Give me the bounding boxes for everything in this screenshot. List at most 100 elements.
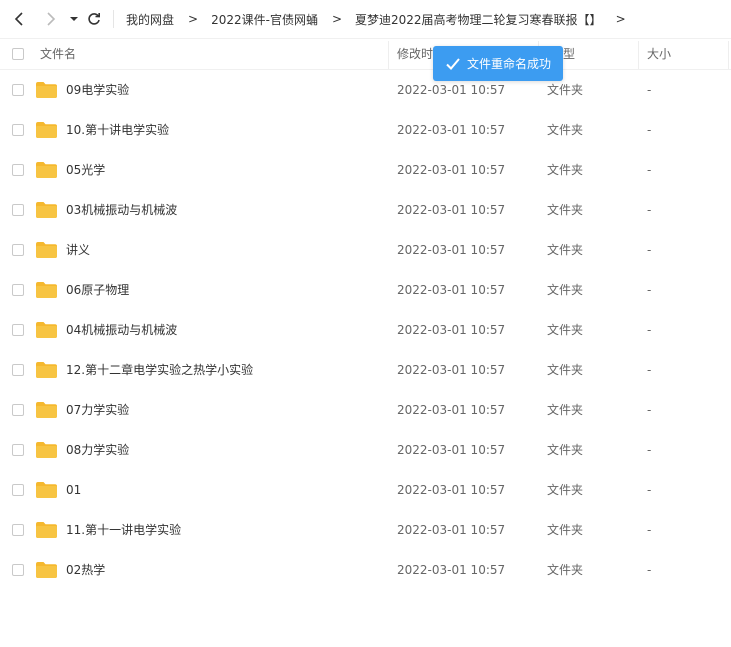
file-type: 文件夹: [547, 403, 584, 417]
chevron-left-icon[interactable]: [10, 9, 30, 29]
file-size: -: [647, 123, 652, 137]
file-type: 文件夹: [547, 163, 584, 177]
file-type: 文件夹: [547, 283, 584, 297]
row-checkbox[interactable]: [12, 364, 24, 376]
file-modified: 2022-03-01 10:57: [397, 363, 506, 377]
file-type: 文件夹: [547, 323, 584, 337]
row-checkbox[interactable]: [12, 284, 24, 296]
file-row[interactable]: 04机械振动与机械波 2022-03-01 10:57 文件夹 -: [0, 310, 731, 350]
file-size: -: [647, 563, 652, 577]
file-name[interactable]: 01: [66, 470, 81, 510]
file-type: 文件夹: [547, 523, 584, 537]
row-checkbox[interactable]: [12, 84, 24, 96]
row-checkbox[interactable]: [12, 524, 24, 536]
file-row[interactable]: 03机械振动与机械波 2022-03-01 10:57 文件夹 -: [0, 190, 731, 230]
row-checkbox[interactable]: [12, 124, 24, 136]
file-row[interactable]: 12.第十二章电学实验之热学小实验 2022-03-01 10:57 文件夹 -: [0, 350, 731, 390]
file-size: -: [647, 443, 652, 457]
file-size: -: [647, 323, 652, 337]
chevron-right-icon[interactable]: [40, 9, 60, 29]
folder-icon: [36, 282, 57, 298]
file-name[interactable]: 08力学实验: [66, 430, 129, 470]
file-name[interactable]: 11.第十一讲电学实验: [66, 510, 181, 550]
file-type: 文件夹: [547, 243, 584, 257]
row-checkbox[interactable]: [12, 204, 24, 216]
file-name[interactable]: 07力学实验: [66, 390, 129, 430]
file-row[interactable]: 讲义 2022-03-01 10:57 文件夹 -: [0, 230, 731, 270]
file-size: -: [647, 83, 652, 97]
file-row[interactable]: 09电学实验 2022-03-01 10:57 文件夹 -: [0, 70, 731, 110]
file-name[interactable]: 06原子物理: [66, 270, 129, 310]
file-row[interactable]: 10.第十讲电学实验 2022-03-01 10:57 文件夹 -: [0, 110, 731, 150]
caret-down-icon[interactable]: [64, 9, 84, 29]
file-modified: 2022-03-01 10:57: [397, 123, 506, 137]
file-modified: 2022-03-01 10:57: [397, 403, 506, 417]
file-name[interactable]: 03机械振动与机械波: [66, 190, 177, 230]
file-name[interactable]: 10.第十讲电学实验: [66, 110, 169, 150]
column-divider[interactable]: [388, 41, 389, 69]
file-modified: 2022-03-01 10:57: [397, 243, 506, 257]
folder-icon: [36, 442, 57, 458]
file-list-header: 文件名 修改时 型 大小: [0, 38, 731, 70]
file-type: 文件夹: [547, 443, 584, 457]
refresh-icon[interactable]: [84, 9, 104, 29]
file-name[interactable]: 04机械振动与机械波: [66, 310, 177, 350]
file-type: 文件夹: [547, 363, 584, 377]
file-row[interactable]: 05光学 2022-03-01 10:57 文件夹 -: [0, 150, 731, 190]
file-modified: 2022-03-01 10:57: [397, 523, 506, 537]
folder-icon: [36, 82, 57, 98]
file-name[interactable]: 12.第十二章电学实验之热学小实验: [66, 350, 253, 390]
column-header-type[interactable]: 型: [563, 39, 575, 69]
folder-icon: [36, 322, 57, 338]
column-header-size[interactable]: 大小: [647, 39, 671, 69]
row-checkbox[interactable]: [12, 484, 24, 496]
file-size: -: [647, 163, 652, 177]
column-divider[interactable]: [638, 41, 639, 69]
file-name[interactable]: 讲义: [66, 230, 90, 270]
row-checkbox[interactable]: [12, 564, 24, 576]
breadcrumb: 我的网盘 > 2022课件-官债网蛹 > 夏梦迪2022届高考物理二轮复习寒春联…: [126, 0, 639, 38]
file-modified: 2022-03-01 10:57: [397, 283, 506, 297]
file-size: -: [647, 523, 652, 537]
breadcrumb-item[interactable]: 2022课件-官债网蛹: [211, 11, 318, 28]
check-icon: [446, 57, 460, 70]
row-checkbox[interactable]: [12, 444, 24, 456]
row-checkbox[interactable]: [12, 164, 24, 176]
file-modified: 2022-03-01 10:57: [397, 203, 506, 217]
file-row[interactable]: 07力学实验 2022-03-01 10:57 文件夹 -: [0, 390, 731, 430]
column-divider[interactable]: [728, 41, 729, 69]
file-name[interactable]: 02热学: [66, 550, 105, 590]
column-header-modified[interactable]: 修改时: [397, 39, 433, 69]
file-modified: 2022-03-01 10:57: [397, 163, 506, 177]
folder-icon: [36, 402, 57, 418]
file-name[interactable]: 05光学: [66, 150, 105, 190]
select-all-checkbox[interactable]: [12, 48, 24, 60]
folder-icon: [36, 162, 57, 178]
file-row[interactable]: 11.第十一讲电学实验 2022-03-01 10:57 文件夹 -: [0, 510, 731, 550]
folder-icon: [36, 522, 57, 538]
nav-divider: [113, 10, 114, 28]
row-checkbox[interactable]: [12, 404, 24, 416]
row-checkbox[interactable]: [12, 324, 24, 336]
rename-success-toast: 文件重命名成功: [433, 46, 563, 81]
navigation-bar: 我的网盘 > 2022课件-官债网蛹 > 夏梦迪2022届高考物理二轮复习寒春联…: [0, 0, 731, 38]
file-row[interactable]: 06原子物理 2022-03-01 10:57 文件夹 -: [0, 270, 731, 310]
file-size: -: [647, 203, 652, 217]
file-name[interactable]: 09电学实验: [66, 70, 129, 110]
file-modified: 2022-03-01 10:57: [397, 323, 506, 337]
column-header-name[interactable]: 文件名: [40, 39, 76, 69]
row-checkbox[interactable]: [12, 244, 24, 256]
file-type: 文件夹: [547, 123, 584, 137]
folder-icon: [36, 362, 57, 378]
file-row[interactable]: 02热学 2022-03-01 10:57 文件夹 -: [0, 550, 731, 590]
file-type: 文件夹: [547, 563, 584, 577]
folder-icon: [36, 122, 57, 138]
file-size: -: [647, 243, 652, 257]
file-row[interactable]: 01 2022-03-01 10:57 文件夹 -: [0, 470, 731, 510]
breadcrumb-item[interactable]: 夏梦迪2022届高考物理二轮复习寒春联报【】: [355, 11, 602, 28]
file-modified: 2022-03-01 10:57: [397, 483, 506, 497]
folder-icon: [36, 482, 57, 498]
file-modified: 2022-03-01 10:57: [397, 443, 506, 457]
breadcrumb-item[interactable]: 我的网盘: [126, 11, 174, 28]
file-row[interactable]: 08力学实验 2022-03-01 10:57 文件夹 -: [0, 430, 731, 470]
